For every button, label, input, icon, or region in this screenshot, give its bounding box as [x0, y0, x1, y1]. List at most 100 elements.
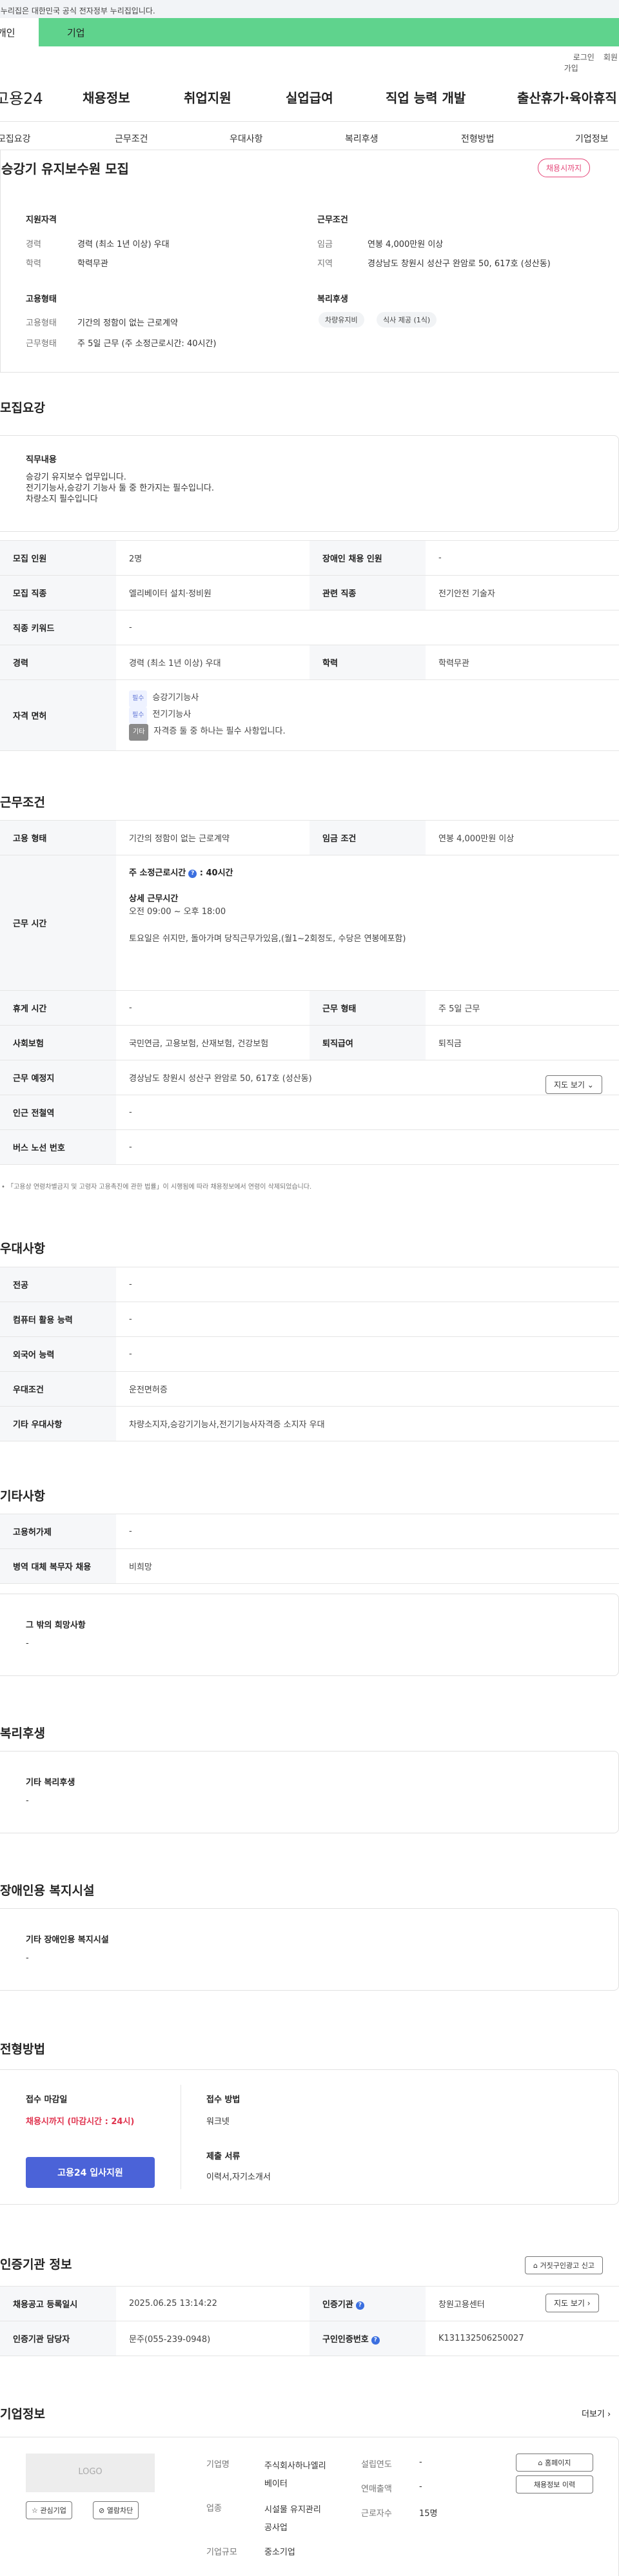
gnb-training[interactable]: 직업 능력 개발 [386, 88, 466, 106]
util-menu: 로그인 회원가입 [564, 52, 619, 73]
help-icon[interactable]: ? [188, 870, 197, 878]
work-heading: 근무조건 [0, 795, 45, 810]
career-key: 경력 [26, 240, 41, 249]
docs-key: 제출 서류 [206, 2152, 241, 2161]
worktype-value: 주 5일 근무 (주 소정근로시간: 40시간) [77, 339, 217, 349]
snav-selection[interactable]: 전형방법 [461, 132, 495, 145]
sales-value: - [419, 2482, 422, 2492]
docs-value: 이력서,자기소개서 [206, 2172, 271, 2182]
method-key: 접수 방법 [206, 2095, 241, 2105]
pref-heading: 우대사항 [0, 1242, 45, 1256]
homepage-button[interactable]: ⌂ 홈페이지 [516, 2454, 593, 2472]
tab-personal[interactable]: 개인 [0, 18, 39, 46]
sales-key: 연매출액 [361, 2484, 392, 2494]
help-icon[interactable]: ? [371, 2336, 380, 2345]
company-logo: LOGO [26, 2454, 155, 2492]
year-value: - [419, 2457, 422, 2467]
size-value: 중소기업 [264, 2548, 295, 2557]
snav-work[interactable]: 근무조건 [115, 132, 148, 145]
tab-company[interactable]: 기업 [39, 18, 619, 46]
emp-count-key: 근로자수 [361, 2509, 392, 2519]
recruit-heading: 모집요강 [0, 401, 45, 415]
login-link[interactable]: 로그인 [573, 53, 594, 62]
career-value: 경력 (최소 1년 이상) 우대 [77, 240, 170, 249]
wage-value: 연봉 4,000만원 이상 [368, 240, 444, 249]
star-icon: ☆ [32, 2506, 38, 2515]
selection-heading: 전형방법 [0, 2042, 45, 2056]
emp-count-value: 15명 [419, 2509, 438, 2519]
qual-title: 지원자격 [26, 215, 57, 225]
duty-title: 직무내용 [26, 455, 57, 465]
duty-text: 승강기 유지보수 업무입니다. 전기기능사,승강기 기능사 둘 중 한가지는 필수… [26, 473, 215, 504]
report-button[interactable]: ⌂ 거짓구인광고 신고 [525, 2256, 603, 2274]
deadline-badge: 채용시까지 [538, 159, 591, 177]
cond-title: 근무조건 [317, 215, 348, 225]
biz-value: 시설물 유지관리 공사업 [264, 2505, 321, 2533]
disabled-card-value: - [26, 1953, 29, 1963]
pref-table: 전공 - 컴퓨터 활용 능력 - 외국어 능력 - 우대조건 운전면허증 기타 우대사항… [0, 1267, 619, 1441]
help-icon[interactable]: ? [355, 2301, 364, 2310]
fav-button[interactable]: ☆ 관심기업 [26, 2501, 72, 2519]
history-button[interactable]: 채용정보 이력 [516, 2475, 593, 2493]
apply-button[interactable]: 고용24 입사지원 [26, 2157, 155, 2188]
snav-pref[interactable]: 우대사항 [230, 132, 263, 145]
disabled-card-title: 기타 장애인용 복지시설 [26, 1935, 109, 1945]
snav-recruit[interactable]: 모집요강 [0, 132, 31, 145]
method-value: 워크넷 [206, 2117, 230, 2127]
deadline-key: 접수 마감일 [26, 2095, 68, 2105]
welfare-card-title: 기타 복리후생 [26, 1778, 75, 1788]
member-type-tabs: 개인 기업 [0, 18, 619, 46]
company-heading: 기업정보 [0, 2407, 45, 2421]
snav-welfare[interactable]: 복리후생 [345, 132, 378, 145]
recruit-table: 모집 인원 2명 장애인 채용 인원 - 모집 직종 엘리베이터 설치·정비원 관련 직종… [0, 540, 619, 751]
welfare-card [0, 1751, 619, 1833]
auth-map-button[interactable]: 지도 보기 › [545, 2294, 599, 2312]
emptype-key: 고용형태 [26, 318, 57, 328]
home-icon: ⌂ [538, 2459, 543, 2467]
wage-key: 임금 [317, 240, 333, 249]
age-footnote: • 「고용상 연령차별금지 및 고령자 고용촉진에 관한 법률」이 시행됨에 따… [1, 1184, 312, 1191]
job-title: 승강기 유지보수원 모집 [1, 161, 129, 177]
size-key: 기업규모 [206, 2548, 237, 2557]
company-name-value: 주식회사하나엘리 베이터 [264, 2461, 326, 2489]
work-table: 고용 형태 기간의 정함이 없는 근로계약 임금 조건 연봉 4,000만원 이상 근… [0, 820, 619, 1165]
wish-title: 그 밖의 희망사항 [26, 1621, 86, 1630]
welfare-chip: 차량유지비 [319, 312, 364, 327]
region-value: 경상남도 창원시 성산구 완암로 50, 617호 (성산동) [368, 259, 551, 269]
other-heading: 기타사항 [0, 1489, 45, 1503]
region-key: 지역 [317, 259, 333, 269]
divider [0, 121, 619, 122]
more-link[interactable]: 더보기 › [582, 2407, 611, 2419]
company-name-key: 기업명 [206, 2460, 230, 2470]
gov-banner-text: 이 누리집은 대한민국 공식 전자정부 누리집입니다. [0, 6, 155, 15]
deadline-value: 채용시까지 (마감시간 : 24시) [26, 2117, 135, 2127]
site-logo[interactable]: 고용24 [0, 86, 43, 108]
gnb-unemployment[interactable]: 실업급여 [286, 88, 333, 106]
edu-value: 학력무관 [77, 259, 108, 269]
emptype-value: 기간의 정함이 없는 근로계약 [77, 318, 178, 328]
worktype-key: 근무형태 [26, 339, 57, 349]
welfare-heading: 복리후생 [0, 1726, 45, 1741]
map-button[interactable]: 지도 보기 ⌄ [545, 1075, 602, 1094]
bell-icon: ⌂ [533, 2261, 538, 2270]
snav-company[interactable]: 기업정보 [575, 132, 609, 145]
emp-title: 고용형태 [26, 295, 57, 304]
block-button[interactable]: ⊘ 열람차단 [93, 2501, 139, 2519]
biz-key: 업종 [206, 2504, 222, 2513]
wish-value: - [26, 1639, 29, 1648]
year-key: 설립연도 [361, 2460, 392, 2470]
disabled-heading: 장애인용 복지시설 [0, 1884, 95, 1898]
gnb-employment-support[interactable]: 취업지원 [184, 88, 231, 106]
auth-heading: 인증기관 정보 [0, 2258, 72, 2272]
auth-table: 채용공고 등록일시 2025.06.25 13:14:22 인증기관? 창원고용센터 … [0, 2286, 619, 2356]
disabled-card [0, 1908, 619, 1991]
block-icon: ⊘ [99, 2506, 105, 2515]
global-nav: 고용24 채용정보 취업지원 실업급여 직업 능력 개발 출산휴가·육아휴직 [0, 86, 619, 108]
gnb-jobs[interactable]: 채용정보 [83, 88, 130, 106]
edu-key: 학력 [26, 259, 41, 269]
wish-card [0, 1594, 619, 1676]
gnb-leave[interactable]: 출산휴가·육아휴직 [517, 88, 617, 106]
gov-banner: 이 누리집은 대한민국 공식 전자정부 누리집입니다. [0, 0, 619, 18]
welfare-chip: 식사 제공 (1식) [377, 312, 437, 327]
other-table: 고용허가제 - 병역 대체 복무자 채용 비희망 [0, 1514, 619, 1584]
